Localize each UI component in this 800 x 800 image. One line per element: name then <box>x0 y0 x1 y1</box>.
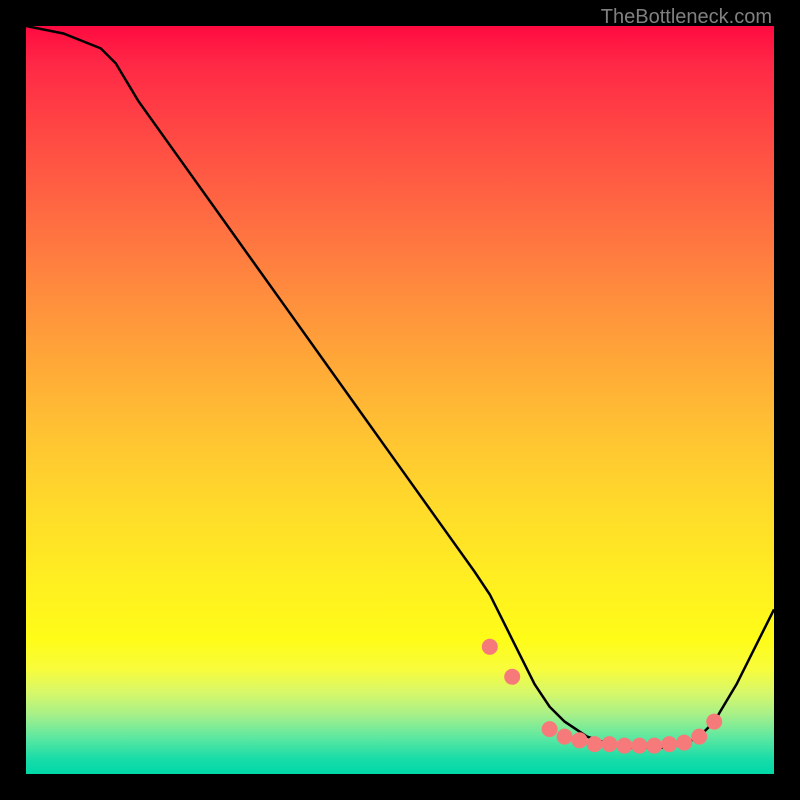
data-point-marker <box>601 736 617 752</box>
data-point-marker <box>646 738 662 754</box>
data-point-marker <box>482 639 498 655</box>
data-point-marker <box>557 729 573 745</box>
data-point-markers <box>482 639 722 754</box>
curve-overlay <box>26 26 774 774</box>
data-point-marker <box>676 735 692 751</box>
data-point-marker <box>572 732 588 748</box>
data-point-marker <box>616 738 632 754</box>
watermark-text: TheBottleneck.com <box>601 6 772 29</box>
data-point-marker <box>587 736 603 752</box>
chart-container: TheBottleneck.com <box>0 0 800 800</box>
data-point-marker <box>706 714 722 730</box>
data-point-marker <box>504 669 520 685</box>
bottleneck-curve <box>26 26 774 748</box>
data-point-marker <box>631 738 647 754</box>
plot-area <box>26 26 774 774</box>
data-point-marker <box>542 721 558 737</box>
data-point-marker <box>691 729 707 745</box>
data-point-marker <box>661 736 677 752</box>
